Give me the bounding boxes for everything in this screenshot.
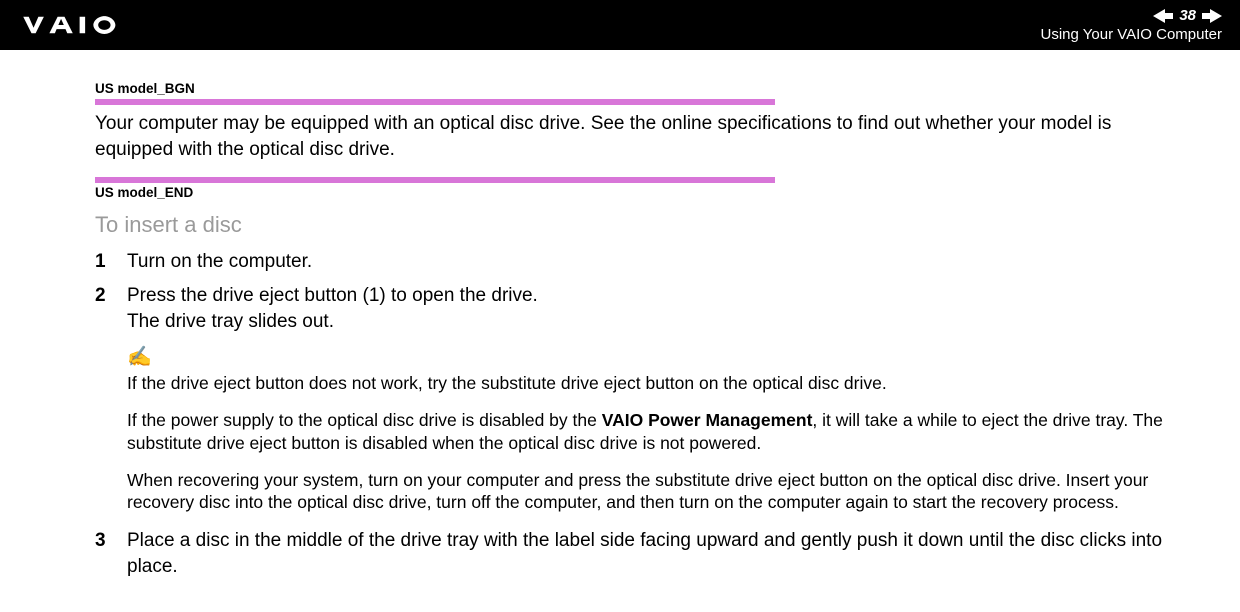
nav-next-icon[interactable] bbox=[1202, 9, 1222, 23]
vaio-logo bbox=[22, 14, 162, 36]
step-list: 1 Turn on the computer. 2 Press the driv… bbox=[95, 249, 1170, 334]
magenta-divider bbox=[95, 99, 775, 105]
step-text: Turn on the computer. bbox=[127, 249, 1170, 275]
intro-paragraph: Your computer may be equipped with an op… bbox=[95, 111, 1170, 162]
bold-term: VAIO Power Management bbox=[602, 410, 813, 430]
nav-prev-icon[interactable] bbox=[1153, 9, 1173, 23]
subheading: To insert a disc bbox=[95, 210, 1170, 240]
step-list: 3 Place a disc in the middle of the driv… bbox=[95, 528, 1170, 579]
note-text: If the power supply to the optical disc … bbox=[127, 410, 602, 430]
note-paragraph: When recovering your system, turn on you… bbox=[127, 469, 1170, 515]
note-paragraph: If the power supply to the optical disc … bbox=[127, 409, 1170, 455]
tag-begin: US model_BGN bbox=[95, 80, 1170, 98]
step-number: 1 bbox=[95, 249, 127, 275]
list-item: 1 Turn on the computer. bbox=[95, 249, 1170, 275]
step-line: Press the drive eject button (1) to open… bbox=[127, 285, 538, 306]
step-number: 3 bbox=[95, 528, 127, 579]
step-text: Press the drive eject button (1) to open… bbox=[127, 283, 1170, 334]
header-right: 38 Using Your VAIO Computer bbox=[1041, 7, 1222, 43]
list-item: 2 Press the drive eject button (1) to op… bbox=[95, 283, 1170, 334]
note-block: ✍ If the drive eject button does not wor… bbox=[127, 344, 1170, 514]
page-content: US model_BGN Your computer may be equipp… bbox=[0, 50, 1240, 607]
page-nav: 38 bbox=[1153, 7, 1222, 24]
magenta-divider bbox=[95, 177, 775, 183]
step-number: 2 bbox=[95, 283, 127, 334]
step-text: Place a disc in the middle of the drive … bbox=[127, 528, 1170, 579]
section-title: Using Your VAIO Computer bbox=[1041, 26, 1222, 43]
page-header: 38 Using Your VAIO Computer bbox=[0, 0, 1240, 50]
tag-end: US model_END bbox=[95, 184, 1170, 202]
list-item: 3 Place a disc in the middle of the driv… bbox=[95, 528, 1170, 579]
page-number: 38 bbox=[1179, 7, 1196, 24]
step-line: The drive tray slides out. bbox=[127, 311, 334, 332]
note-paragraph: If the drive eject button does not work,… bbox=[127, 372, 1170, 395]
note-icon: ✍ bbox=[127, 344, 1170, 370]
